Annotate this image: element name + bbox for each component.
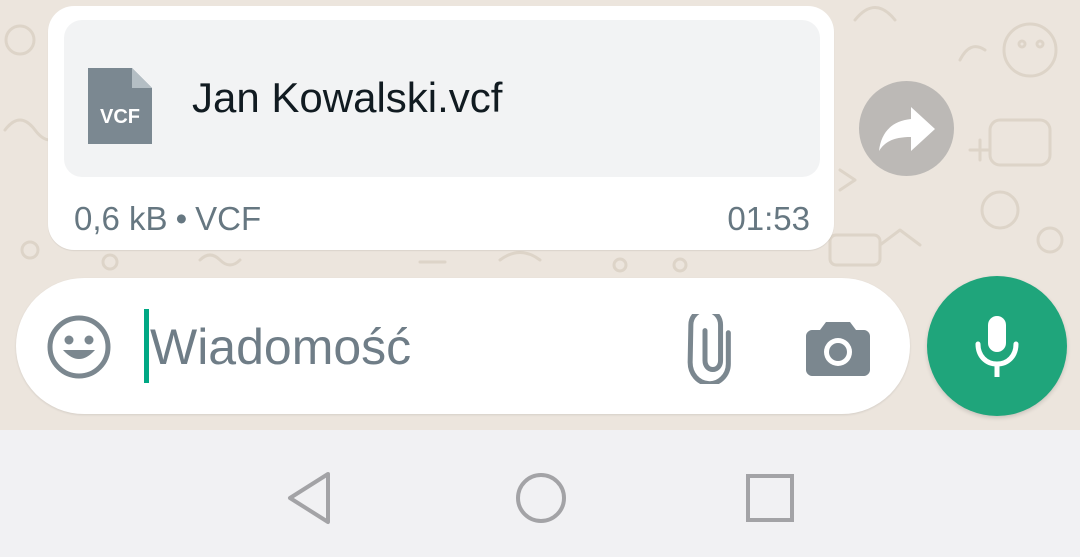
- message-time: 01:53: [727, 200, 810, 237]
- document-card[interactable]: VCF Jan Kowalski.vcf: [64, 20, 820, 177]
- recents-square-icon[interactable]: [740, 468, 800, 528]
- microphone-icon: [975, 316, 1019, 377]
- message-composer: [16, 278, 910, 414]
- file-type: VCF: [195, 200, 262, 237]
- camera-icon[interactable]: [806, 318, 870, 376]
- home-circle-icon[interactable]: [511, 468, 571, 528]
- paperclip-icon[interactable]: [670, 314, 740, 384]
- file-type-badge: VCF: [100, 106, 140, 128]
- forward-icon: [878, 106, 935, 151]
- file-meta: 0,6 kB • VCF: [74, 200, 261, 238]
- emoji-icon[interactable]: [46, 314, 112, 380]
- text-cursor: [144, 309, 149, 383]
- file-size: 0,6 kB: [74, 200, 168, 237]
- voice-message-button[interactable]: [927, 276, 1067, 416]
- forward-button[interactable]: [859, 81, 954, 176]
- vcf-document-icon: VCF: [88, 68, 152, 144]
- message-input[interactable]: [150, 312, 650, 382]
- file-name: Jan Kowalski.vcf: [192, 74, 503, 121]
- document-message-bubble[interactable]: VCF Jan Kowalski.vcf 0,6 kB • VCF 01:53: [48, 6, 834, 250]
- meta-separator: •: [175, 200, 188, 237]
- system-navigation-bar: [0, 430, 1080, 557]
- back-triangle-icon[interactable]: [282, 468, 342, 528]
